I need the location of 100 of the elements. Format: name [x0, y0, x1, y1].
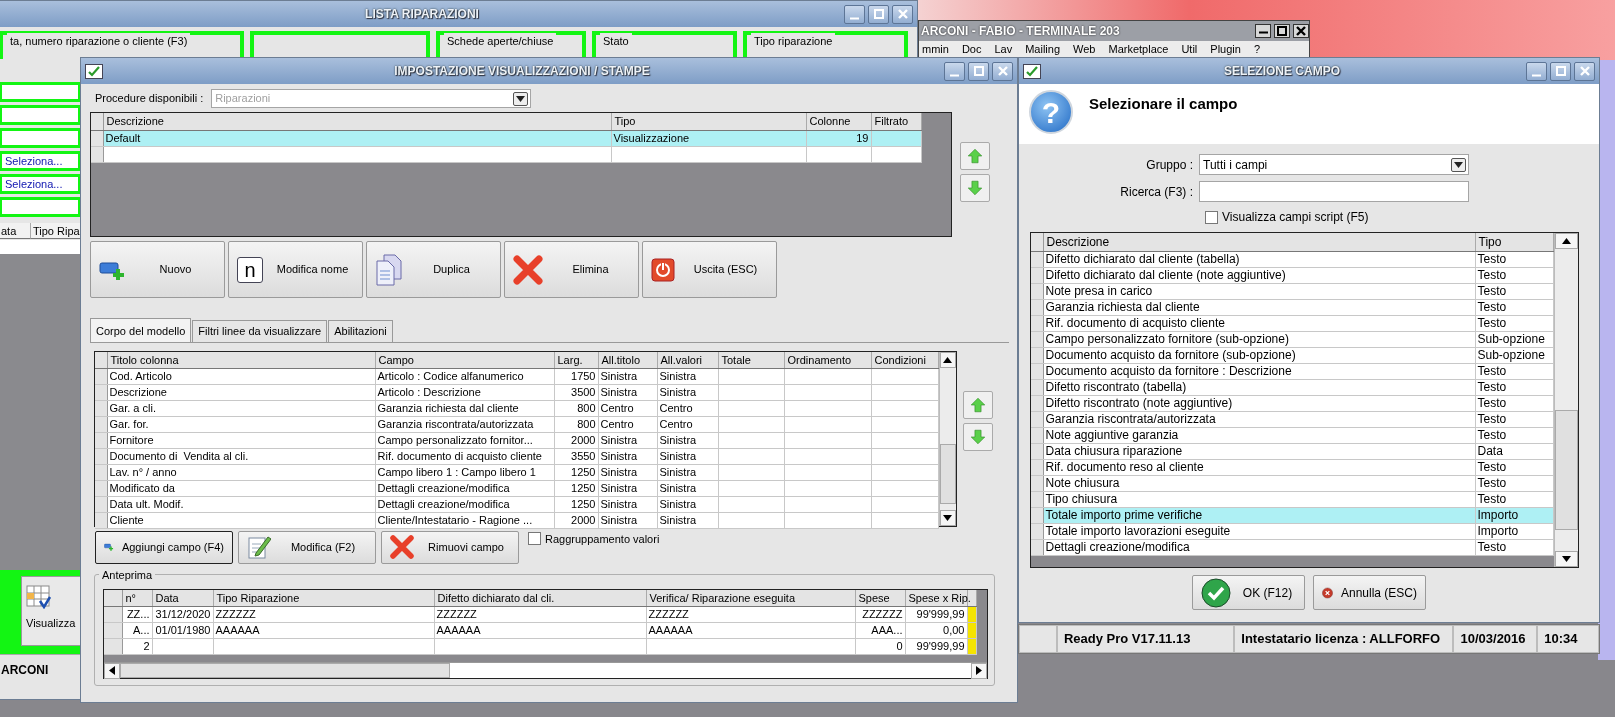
table-cell[interactable]: Testo — [1475, 475, 1553, 492]
menu-item[interactable]: Lav — [994, 41, 1013, 58]
window-title: SELEZIONE CAMPO — [1223, 63, 1341, 80]
scroll-left-button[interactable] — [104, 662, 120, 679]
table-cell[interactable]: Testo — [1475, 267, 1553, 284]
table-cell: 0 — [855, 638, 905, 655]
menu-item[interactable]: Mailing — [1025, 41, 1061, 58]
table-cell[interactable]: Tipo chiusura — [1043, 491, 1475, 508]
table-cell[interactable]: Documento acquisto da fornitore : Descrizione — [1043, 363, 1475, 380]
action-button[interactable]: Nuovo — [90, 241, 225, 298]
toolbar-button[interactable]: Visualizza — [21, 576, 81, 646]
table-cell[interactable]: Difetto riscontrato (tabella) — [1043, 379, 1475, 396]
table-cell[interactable]: Difetto dichiarato dal cliente (tabella) — [1043, 251, 1475, 268]
action-button[interactable]: Aggiungi campo (F4) — [95, 530, 233, 564]
table-cell[interactable]: Dettagli creazione/modifica — [1043, 539, 1475, 556]
down-icon — [1561, 556, 1571, 562]
input-field[interactable] — [0, 128, 81, 148]
table-cell[interactable]: Sub-opzione — [1475, 331, 1553, 348]
close-button[interactable] — [1293, 24, 1309, 38]
table-cell[interactable]: Difetto riscontrato (note aggiuntive) — [1043, 395, 1475, 412]
column-header: All.valori — [657, 351, 718, 369]
input-field[interactable] — [0, 197, 81, 217]
select-field[interactable]: Seleziona... — [0, 174, 81, 194]
table-cell[interactable]: Testo — [1475, 427, 1553, 444]
table-cell[interactable]: Testo — [1475, 491, 1553, 508]
table-cell[interactable]: Sub-opzione — [1475, 347, 1553, 364]
table-cell[interactable]: Testo — [1475, 459, 1553, 476]
check-icon — [1023, 63, 1041, 79]
table-cell[interactable]: Note presa in carico — [1043, 283, 1475, 300]
group-dropdown[interactable]: Tutti i campi — [1199, 154, 1469, 175]
column-header: All.titolo — [598, 351, 657, 369]
documents-icon — [375, 253, 403, 286]
window-title: ARCONI - FABIO - TERMINALE 203 — [921, 23, 1121, 40]
table-cell: Sinistra — [657, 512, 718, 529]
table-cell[interactable]: Testo — [1475, 315, 1553, 332]
menu-item[interactable]: Web — [1073, 41, 1096, 58]
table-cell: 2000 — [554, 512, 598, 529]
table-cell[interactable]: Testo — [1475, 379, 1553, 396]
menu-item[interactable]: Marketplace — [1108, 41, 1169, 58]
scroll-right-button[interactable] — [971, 662, 987, 679]
table-cell[interactable]: Note aggiuntive garanzia — [1043, 427, 1475, 444]
table-cell[interactable]: Garanzia richiesta dal cliente — [1043, 299, 1475, 316]
action-button[interactable]: Modifica (F2) — [238, 530, 376, 564]
table-cell[interactable]: Garanzia riscontrata/autorizzata — [1043, 411, 1475, 428]
table-cell: Sinistra — [598, 384, 657, 401]
tab[interactable]: Corpo del modello — [90, 318, 192, 342]
table-cell[interactable]: Testo — [1475, 251, 1553, 268]
grid-icon — [26, 585, 52, 609]
action-button[interactable]: Uscita (ESC) — [642, 241, 777, 298]
column-header: Tipo — [611, 113, 806, 130]
menu-item[interactable]: Doc — [961, 41, 982, 58]
scroll-thumb[interactable] — [120, 662, 450, 678]
action-button[interactable]: Duplica — [366, 241, 501, 298]
scroll-up-button[interactable] — [1554, 233, 1578, 249]
select-field[interactable]: Seleziona... — [0, 151, 81, 171]
status-text: Intestatario licenza : ALLFORFO — [1234, 625, 1454, 653]
table-cell: 1250 — [554, 496, 598, 513]
input-field[interactable] — [0, 105, 81, 125]
table-cell[interactable]: Data — [1475, 443, 1553, 460]
action-button[interactable]: Elimina — [504, 241, 639, 298]
maximize-button[interactable] — [1274, 24, 1290, 38]
dialog-button[interactable]: Annulla (ESC) — [1313, 575, 1426, 610]
table-cell: Articolo : Codice alfanumerico — [375, 368, 554, 385]
table-cell[interactable]: Rif. documento di acquisto cliente — [1043, 315, 1475, 332]
tab[interactable]: Filtri linee da visualizzare — [192, 320, 328, 342]
table-cell[interactable]: Testo — [1475, 299, 1553, 316]
table-cell[interactable]: Testo — [1475, 283, 1553, 300]
table-cell[interactable]: Data chiusura riparazione — [1043, 443, 1475, 460]
action-button[interactable]: n Modifica nome — [228, 241, 363, 298]
table-cell[interactable]: Importo — [1475, 523, 1553, 540]
table-cell[interactable]: Testo — [1475, 395, 1553, 412]
table-cell[interactable]: Rif. documento reso al cliente — [1043, 459, 1475, 476]
scroll-up-button[interactable] — [939, 351, 956, 368]
table-cell[interactable]: Testo — [1475, 411, 1553, 428]
table-cell[interactable]: Totale importo lavorazioni eseguite — [1043, 523, 1475, 540]
menu-item[interactable]: Plugin — [1210, 41, 1241, 58]
minimize-button[interactable] — [1255, 24, 1271, 38]
scroll-thumb[interactable] — [1554, 410, 1578, 530]
scroll-down-button[interactable] — [1554, 551, 1578, 567]
search-field[interactable] — [1199, 181, 1469, 202]
table-cell: AAAAAA — [434, 622, 646, 639]
scroll-down-button[interactable] — [939, 509, 956, 526]
action-button[interactable]: Rimuovi campo — [381, 530, 519, 564]
table-cell[interactable]: Campo personalizzato fornitore (sub-opzione) — [1043, 331, 1475, 348]
table-cell[interactable]: Testo — [1475, 539, 1553, 556]
scroll-thumb[interactable] — [939, 443, 956, 504]
table-cell[interactable]: Note chiusura — [1043, 475, 1475, 492]
table-cell: 3550 — [554, 448, 598, 465]
column-header: Descrizione — [103, 113, 611, 130]
table-cell[interactable]: Testo — [1475, 363, 1553, 380]
menu-item[interactable]: ? — [1253, 41, 1260, 58]
table-cell[interactable]: Documento acquisto da fornitore (sub-opzione) — [1043, 347, 1475, 364]
dialog-button[interactable]: OK (F12) — [1192, 575, 1305, 610]
input-field[interactable] — [0, 82, 81, 102]
table-cell[interactable]: Difetto dichiarato dal cliente (note aggiuntive) — [1043, 267, 1475, 284]
tab[interactable]: Abilitazioni — [328, 320, 393, 342]
checkbox[interactable] — [528, 532, 541, 546]
checkbox[interactable] — [1205, 210, 1218, 224]
menu-item[interactable]: Util — [1181, 41, 1198, 58]
menu-item[interactable]: mmin — [922, 41, 949, 58]
